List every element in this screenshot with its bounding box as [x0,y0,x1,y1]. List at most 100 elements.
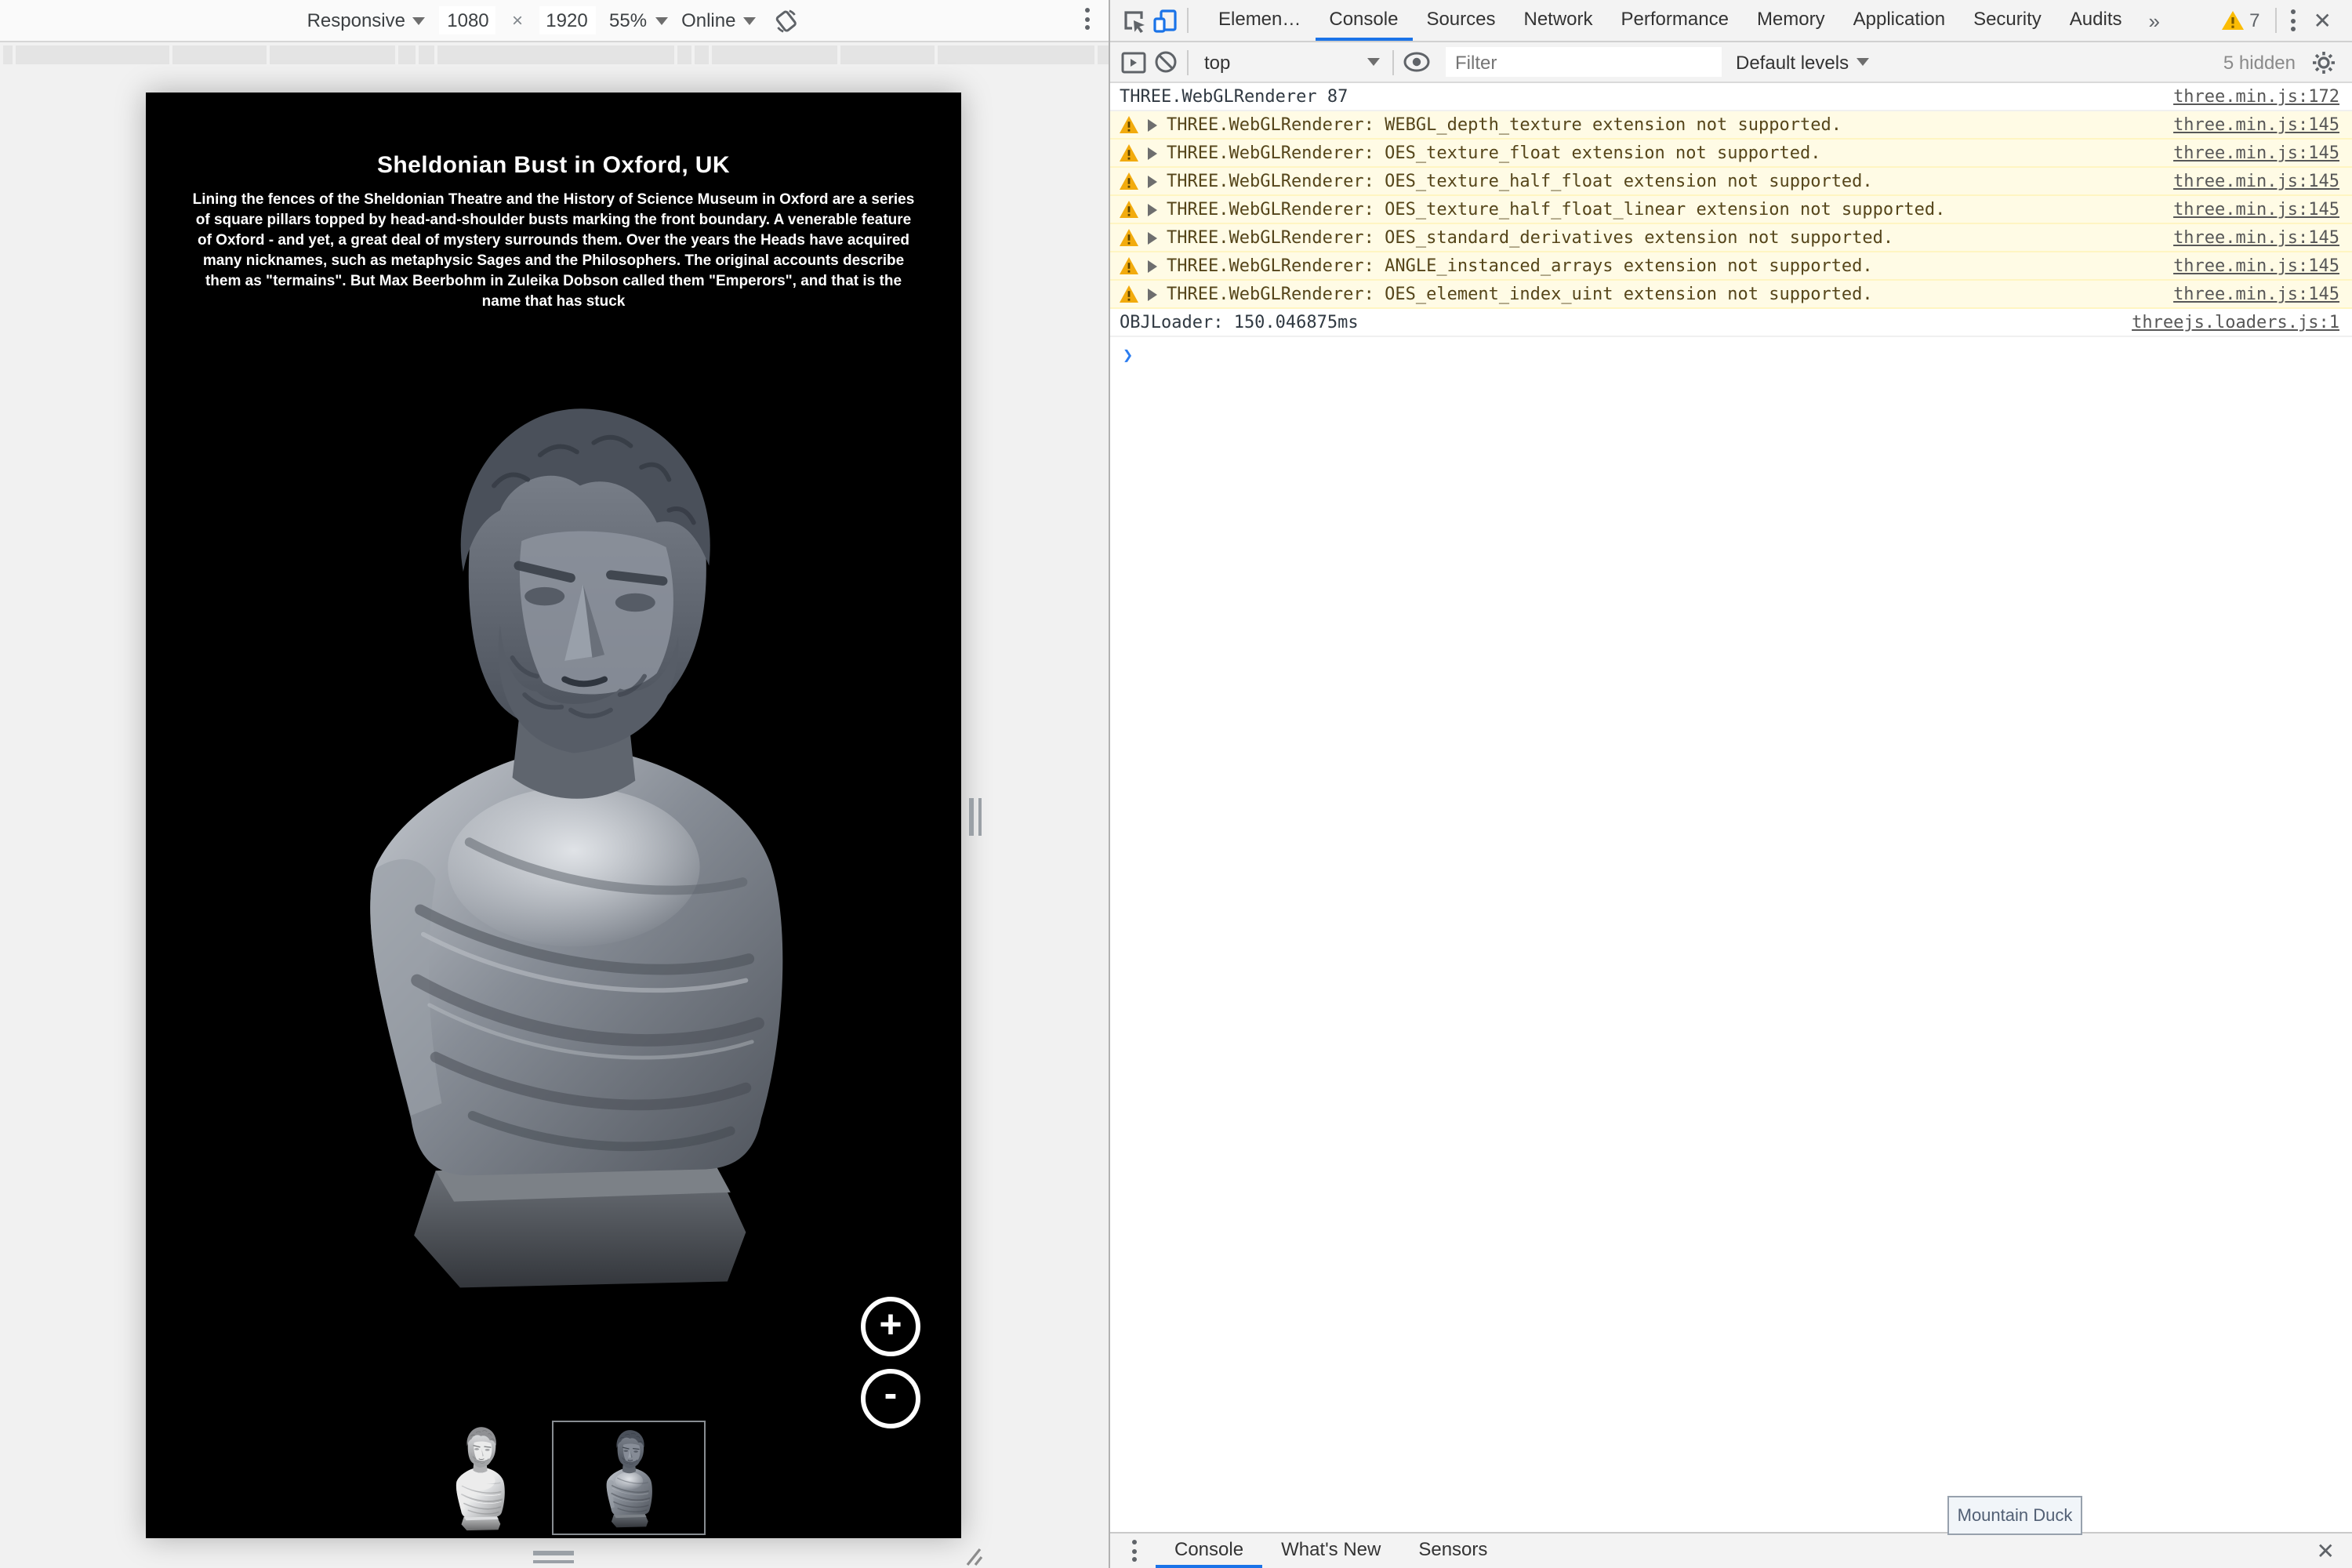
tab-security[interactable]: Security [1959,0,2056,41]
emulated-page: Sheldonian Bust in Oxford, UK Lining the… [146,93,961,1538]
rotate-viewport-icon[interactable] [770,5,801,36]
tab-sources[interactable]: Sources [1412,0,1509,41]
resize-corner-icon[interactable] [963,1546,983,1566]
source-link[interactable]: three.min.js:172 [2173,86,2339,107]
viewport-height-resize-handle[interactable] [533,1551,574,1563]
tab-memory[interactable]: Memory [1743,0,1839,41]
media-query-segment[interactable] [419,45,434,64]
media-query-segment[interactable] [677,45,691,64]
device-type-select[interactable]: Responsive [307,9,426,31]
expand-arrow-icon[interactable] [1148,232,1157,245]
viewport-height-input[interactable] [539,6,595,34]
device-emulation-pane: Responsive × 55% Online [0,0,1109,1568]
log-levels-label: Default levels [1736,51,1849,73]
toolbar-separator [2276,8,2278,33]
media-query-bar[interactable] [0,45,1109,64]
drawer-tab-bar: ConsoleWhat's NewSensors [1156,1534,1506,1568]
source-link[interactable]: three.min.js:145 [2173,114,2339,135]
expand-arrow-icon[interactable] [1148,204,1157,216]
chevron-down-icon [1857,58,1869,66]
drawer-tab-sensors[interactable]: Sensors [1399,1534,1506,1568]
source-link[interactable]: three.min.js:145 [2173,199,2339,220]
drawer-tab-what-s-new[interactable]: What's New [1262,1534,1399,1568]
expand-arrow-icon[interactable] [1148,289,1157,301]
warning-icon [1120,201,1138,218]
media-query-segment[interactable] [695,45,709,64]
source-link[interactable]: three.min.js:145 [2173,227,2339,248]
tab-console[interactable]: Console [1315,0,1412,41]
console-log-row: OBJLoader: 150.046875msthreejs.loaders.j… [1110,309,2352,337]
inspect-element-icon[interactable] [1118,5,1149,36]
clear-console-icon[interactable] [1149,46,1181,78]
media-query-segment[interactable] [3,45,13,64]
source-link[interactable]: three.min.js:145 [2173,143,2339,163]
expand-arrow-icon[interactable] [1148,119,1157,132]
console-warning-row: THREE.WebGLRenderer: ANGLE_instanced_arr… [1110,252,2352,281]
tab-performance[interactable]: Performance [1607,0,1743,41]
drawer-menu-icon[interactable] [1132,1540,1137,1562]
drawer-close-icon[interactable]: ✕ [2306,1537,2346,1564]
source-link[interactable]: three.min.js:145 [2173,256,2339,276]
media-query-segment[interactable] [437,45,674,64]
chevron-down-icon [1367,58,1380,66]
console-settings-gear-icon[interactable] [2308,46,2339,78]
media-query-segment[interactable] [712,45,837,64]
console-message-text: THREE.WebGLRenderer 87 [1120,86,2142,107]
warning-icon [1120,116,1138,133]
thumbnail-untextured[interactable] [445,1425,514,1532]
expand-arrow-icon[interactable] [1148,176,1157,188]
console-toolbar: top Default levels 5 hidden [1110,42,2352,83]
warning-icon [1120,285,1138,303]
hidden-messages-count[interactable]: 5 hidden [2223,51,2296,73]
javascript-context-select[interactable]: top [1195,51,1386,73]
console-prompt[interactable]: ❯ [1110,337,2352,373]
live-expression-eye-icon[interactable] [1400,46,1432,78]
media-query-segment[interactable] [398,45,416,64]
viewport-width-input[interactable] [440,6,496,34]
tab-audits[interactable]: Audits [2056,0,2136,41]
context-label: top [1204,51,1230,73]
media-query-segment[interactable] [270,45,395,64]
toggle-device-toolbar-icon[interactable] [1149,5,1181,36]
network-throttle-select[interactable]: Online [681,9,756,31]
device-toolbar: Responsive × 55% Online [0,0,1109,42]
panel-resize-handle[interactable] [969,798,982,836]
warning-icon [1120,172,1138,190]
media-query-segment[interactable] [938,45,1094,64]
media-query-segment[interactable] [1098,45,1109,64]
devtools-close-icon[interactable]: ✕ [2303,7,2343,34]
thumbnail-textured-selected[interactable] [552,1421,706,1535]
console-warning-row: THREE.WebGLRenderer: OES_texture_float e… [1110,140,2352,168]
drawer-tab-console[interactable]: Console [1156,1534,1262,1568]
warning-count-badge[interactable]: 7 [2212,9,2269,31]
media-query-segment[interactable] [172,45,267,64]
console-warning-row: THREE.WebGLRenderer: OES_element_index_u… [1110,281,2352,309]
device-toolbar-menu-icon[interactable] [1077,8,1096,30]
console-filter-input[interactable] [1446,47,1722,77]
chevron-down-icon [413,16,426,24]
bust-3d-model[interactable] [340,394,801,1300]
source-link[interactable]: threejs.loaders.js:1 [2132,312,2339,332]
console-sidebar-icon[interactable] [1118,46,1149,78]
log-levels-select[interactable]: Default levels [1736,51,1869,73]
zoom-out-button[interactable]: - [861,1369,920,1428]
devtools-window: Responsive × 55% Online [0,0,2352,1568]
expand-arrow-icon[interactable] [1148,147,1157,160]
tab-elemen-[interactable]: Elemen… [1204,0,1315,41]
zoom-level-label: 55% [609,9,647,31]
warning-icon [1120,144,1138,162]
media-query-segment[interactable] [840,45,935,64]
tab-application[interactable]: Application [1839,0,1959,41]
more-tabs-icon[interactable]: » [2136,9,2172,32]
media-query-segment[interactable] [16,45,169,64]
expand-arrow-icon[interactable] [1148,260,1157,273]
devtools-panel: Elemen…ConsoleSourcesNetworkPerformanceM… [1109,0,2352,1568]
zoom-select[interactable]: 55% [609,9,667,31]
source-link[interactable]: three.min.js:145 [2173,171,2339,191]
tab-network[interactable]: Network [1510,0,1607,41]
warning-icon [1120,257,1138,274]
zoom-in-button[interactable]: + [861,1297,920,1356]
source-link[interactable]: three.min.js:145 [2173,284,2339,304]
console-message-text: THREE.WebGLRenderer: OES_texture_float e… [1167,143,2142,163]
devtools-menu-icon[interactable] [2284,9,2303,31]
